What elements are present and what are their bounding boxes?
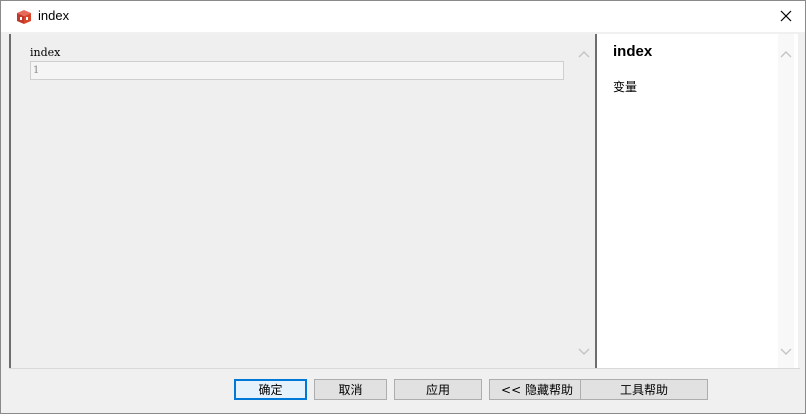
hide-help-button[interactable]: << 隐藏帮助 xyxy=(489,379,585,400)
help-description: 变量 xyxy=(613,80,638,94)
apply-button[interactable]: 应用 xyxy=(394,379,482,400)
chevron-down-icon[interactable] xyxy=(578,342,590,355)
ok-button[interactable]: 确定 xyxy=(234,379,307,400)
chevron-down-icon[interactable] xyxy=(780,342,792,355)
title-bar: index xyxy=(1,1,805,32)
parameters-scrollbar[interactable] xyxy=(576,34,592,368)
chevron-up-icon[interactable] xyxy=(780,46,792,58)
tool-help-button[interactable]: 工具帮助 xyxy=(580,379,708,400)
close-button[interactable] xyxy=(769,1,803,32)
chevron-up-icon[interactable] xyxy=(578,46,590,58)
index-field[interactable]: 1 xyxy=(30,61,564,80)
toolbox-icon xyxy=(15,8,33,25)
tool-dialog: index index 1 index 变量 确定 取消 应用 << 隐藏帮助 … xyxy=(0,0,806,414)
help-title: index xyxy=(613,43,653,60)
close-icon xyxy=(780,7,792,26)
parameters-pane: index 1 xyxy=(9,34,594,368)
window-title: index xyxy=(38,8,70,23)
help-scrollbar[interactable] xyxy=(778,34,794,368)
cancel-button[interactable]: 取消 xyxy=(314,379,387,400)
button-bar: 确定 取消 应用 << 隐藏帮助 工具帮助 xyxy=(9,368,800,412)
help-pane: index 变量 xyxy=(595,34,798,368)
index-field-label: index xyxy=(30,46,61,59)
